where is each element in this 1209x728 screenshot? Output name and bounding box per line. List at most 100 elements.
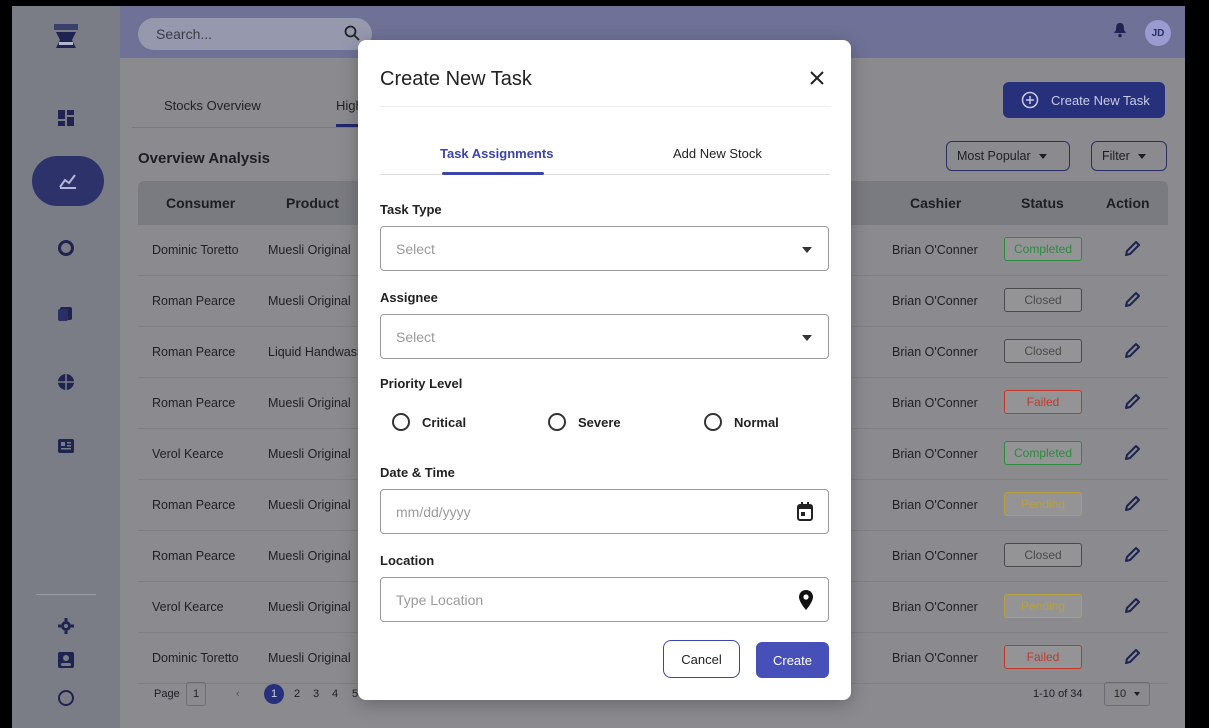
header-action: Action (1106, 195, 1150, 211)
cell-product: Muesli Original (268, 651, 351, 665)
location-pin-icon (798, 590, 814, 613)
status-badge: Failed (1004, 645, 1082, 669)
modal-tab-indicator (442, 172, 544, 175)
header-status: Status (1021, 195, 1064, 211)
edit-pencil-icon[interactable] (1123, 393, 1141, 416)
edit-pencil-icon[interactable] (1123, 444, 1141, 467)
gear-icon[interactable] (54, 614, 78, 638)
avatar[interactable]: JD (1145, 20, 1171, 46)
assignee-label: Assignee (380, 290, 438, 305)
plus-circle-icon (1021, 91, 1039, 109)
header-product: Product (286, 195, 339, 211)
radio-circle (704, 413, 722, 431)
profile-card-icon[interactable] (54, 648, 78, 672)
page-link[interactable]: 2 (294, 688, 300, 700)
cell-product: Muesli Original (268, 600, 351, 614)
cell-consumer: Dominic Toretto (152, 651, 239, 665)
page-link[interactable]: 3 (313, 688, 319, 700)
app-window: Search... JD Stocks Overview High-I Crea… (12, 6, 1185, 728)
cell-product: Muesli Original (268, 549, 351, 563)
radio-circle (392, 413, 410, 431)
cell-cashier: Brian O'Conner (892, 447, 978, 461)
loading-circle-icon[interactable] (54, 236, 78, 260)
status-badge: Closed (1004, 543, 1082, 567)
sidebar (12, 6, 120, 728)
search-icon[interactable] (344, 25, 360, 44)
frame-left (0, 0, 12, 728)
edit-pencil-icon[interactable] (1123, 342, 1141, 365)
cell-consumer: Roman Pearce (152, 345, 236, 359)
create-task-modal: Create New Task Task Assignments Add New… (358, 40, 851, 700)
most-popular-dropdown[interactable]: Most Popular (946, 141, 1070, 171)
tab-stocks-overview[interactable]: Stocks Overview (164, 98, 261, 113)
edit-pencil-icon[interactable] (1123, 291, 1141, 314)
app-logo-icon (50, 22, 82, 54)
tab-task-assignments[interactable]: Task Assignments (440, 146, 553, 161)
page-link[interactable]: 4 (332, 688, 338, 700)
edit-pencil-icon[interactable] (1123, 597, 1141, 620)
edit-pencil-icon[interactable] (1123, 495, 1141, 518)
page-current[interactable]: 1 (264, 684, 284, 704)
status-badge: Pending (1004, 492, 1082, 516)
task-type-select[interactable]: Select (380, 226, 829, 271)
date-input[interactable]: mm/dd/yyyy (380, 489, 829, 534)
priority-label: Priority Level (380, 376, 463, 391)
location-label: Location (380, 553, 435, 568)
radio-severe[interactable]: Severe (548, 413, 621, 431)
prev-page-icon[interactable]: ‹ (236, 688, 240, 700)
chevron-down-icon (1137, 153, 1146, 159)
cell-product: Muesli Original (268, 447, 351, 461)
location-placeholder: Type Location (396, 591, 484, 608)
cell-cashier: Brian O'Conner (892, 498, 978, 512)
create-new-task-button[interactable]: Create New Task (1003, 82, 1165, 118)
cell-consumer: Roman Pearce (152, 396, 236, 410)
location-input[interactable]: Type Location (380, 577, 829, 622)
news-icon[interactable] (54, 434, 78, 458)
radio-normal-label: Normal (734, 414, 779, 430)
chevron-down-icon (1038, 153, 1047, 159)
sidebar-divider (36, 594, 96, 595)
cell-cashier: Brian O'Conner (892, 600, 978, 614)
search-input[interactable]: Search... (138, 18, 372, 50)
cell-cashier: Brian O'Conner (892, 549, 978, 563)
header-cashier: Cashier (910, 195, 962, 211)
cell-product: Liquid Handwash (268, 345, 364, 359)
per-page-select[interactable]: 10 (1104, 682, 1150, 706)
edit-pencil-icon[interactable] (1123, 546, 1141, 569)
assignee-placeholder: Select (396, 328, 435, 345)
frame-right (1185, 0, 1209, 728)
status-badge: Closed (1004, 288, 1082, 312)
edit-pencil-icon[interactable] (1123, 240, 1141, 263)
modal-divider (380, 106, 830, 107)
globe-icon[interactable] (54, 370, 78, 394)
create-button[interactable]: Create (756, 642, 829, 678)
cell-cashier: Brian O'Conner (892, 294, 978, 308)
cell-consumer: Roman Pearce (152, 498, 236, 512)
sidebar-item-stocks-active[interactable] (32, 156, 104, 206)
status-badge: Completed (1004, 237, 1082, 261)
date-time-label: Date & Time (380, 465, 455, 480)
status-badge: Closed (1004, 339, 1082, 363)
edit-pencil-icon[interactable] (1123, 648, 1141, 671)
search-placeholder: Search... (156, 26, 213, 42)
radio-normal[interactable]: Normal (704, 413, 779, 431)
most-popular-label: Most Popular (957, 149, 1031, 163)
documents-icon[interactable] (54, 302, 78, 326)
page-label: Page (154, 688, 180, 700)
filter-dropdown[interactable]: Filter (1091, 141, 1167, 171)
filter-label: Filter (1102, 149, 1130, 163)
palette-icon[interactable] (54, 686, 78, 710)
task-type-placeholder: Select (396, 240, 435, 257)
bell-icon[interactable] (1113, 22, 1127, 43)
tab-add-new-stock[interactable]: Add New Stock (673, 146, 762, 161)
calendar-icon[interactable] (796, 502, 814, 525)
caret-down-icon (802, 335, 812, 341)
cancel-button[interactable]: Cancel (663, 640, 740, 678)
dashboard-icon[interactable] (54, 106, 78, 130)
radio-critical[interactable]: Critical (392, 413, 466, 431)
close-icon[interactable] (807, 68, 827, 88)
page-input[interactable]: 1 (186, 682, 206, 706)
per-page-value: 10 (1113, 688, 1127, 700)
assignee-select[interactable]: Select (380, 314, 829, 359)
status-badge: Completed (1004, 441, 1082, 465)
